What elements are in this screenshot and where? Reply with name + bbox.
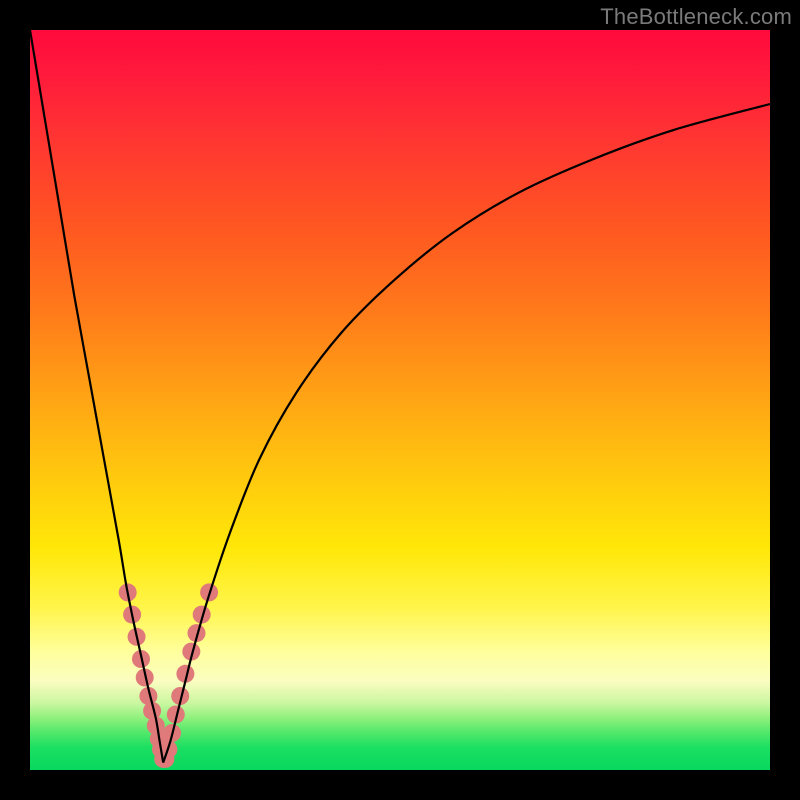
right-branch-curve [163, 104, 770, 763]
plot-area [30, 30, 770, 770]
curve-layer [30, 30, 770, 770]
watermark-text: TheBottleneck.com [600, 4, 792, 30]
chart-frame: TheBottleneck.com [0, 0, 800, 800]
